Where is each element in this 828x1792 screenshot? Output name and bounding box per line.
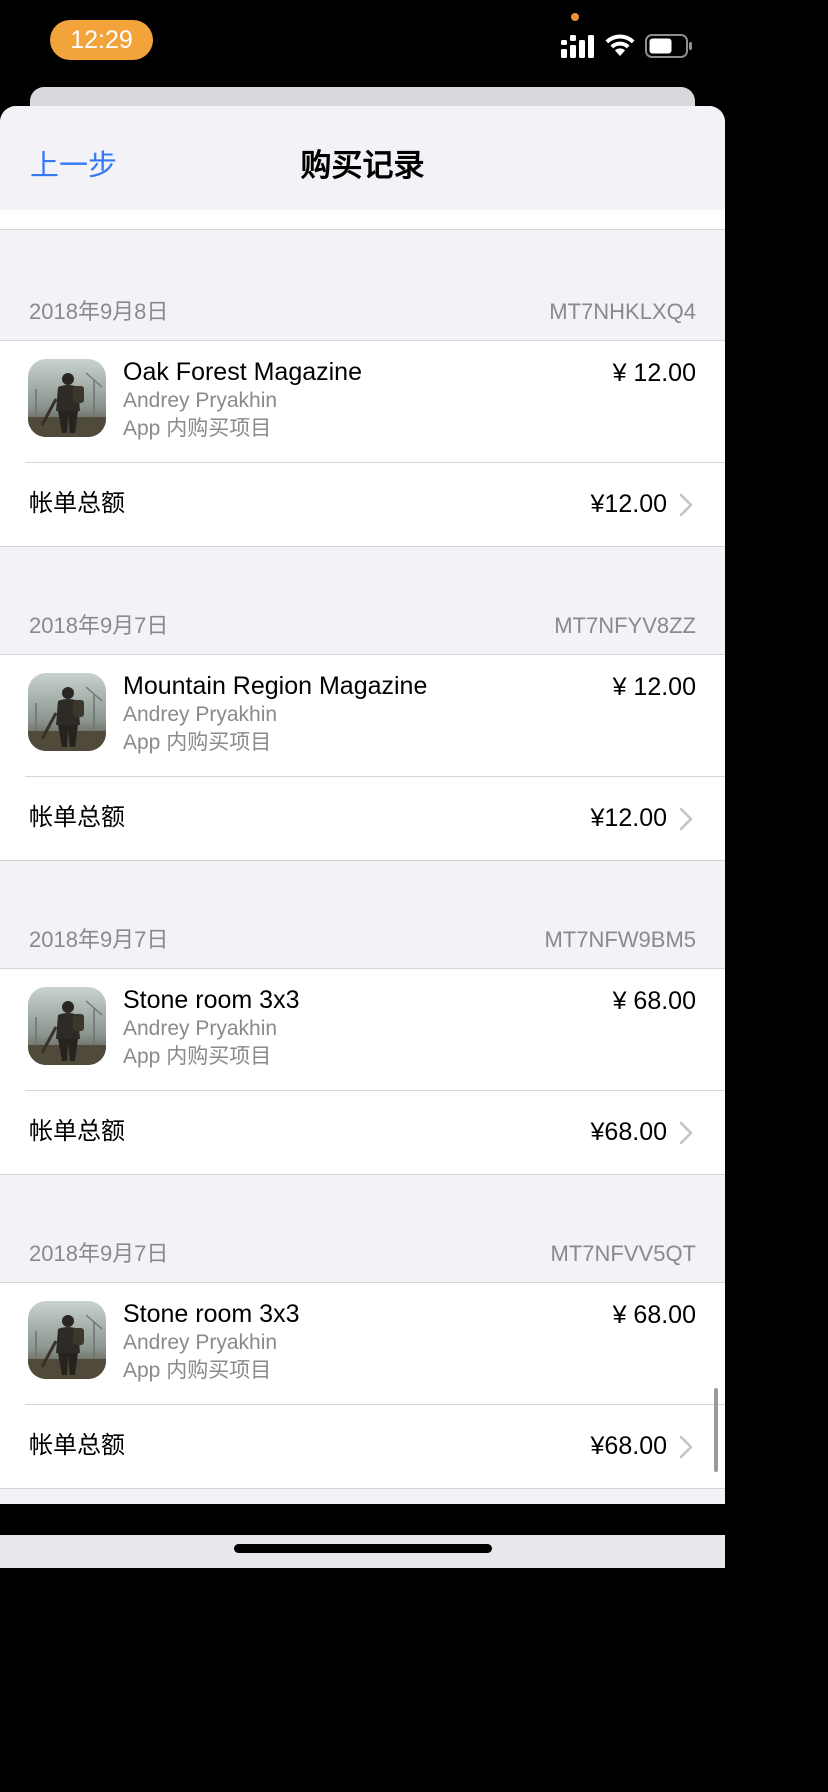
survivor-game-app-icon bbox=[28, 1301, 106, 1379]
bill-total-label: 帐单总额 bbox=[29, 490, 125, 517]
item-name: Stone room 3x3 bbox=[123, 1300, 300, 1328]
survivor-game-app-icon bbox=[28, 987, 106, 1065]
purchase-item-row: Mountain Region Magazine Andrey Pryakhin… bbox=[0, 655, 725, 776]
page-title: 购买记录 bbox=[300, 148, 425, 183]
bill-total-label: 帐单总额 bbox=[29, 804, 125, 831]
bill-total-row[interactable]: 帐单总额 ¥68.00 bbox=[0, 1091, 725, 1174]
navigation-bar: 上一步 购买记录 bbox=[0, 106, 725, 210]
purchase-item-row: Stone room 3x3 Andrey Pryakhin App 内购买项目… bbox=[0, 1283, 725, 1404]
purchase-item-row: Oak Forest Magazine Andrey Pryakhin App … bbox=[0, 341, 725, 462]
chevron-right-icon bbox=[679, 1121, 693, 1145]
item-developer: Andrey Pryakhin bbox=[123, 1017, 278, 1040]
bill-total-value: ¥68.00 bbox=[590, 1432, 667, 1460]
section-header: 2018年9月7日 MT7NFVV5QT bbox=[0, 1240, 725, 1282]
item-type: App 内购买项目 bbox=[123, 1045, 272, 1068]
battery-icon bbox=[645, 34, 692, 58]
order-id: MT7NHKLXQ4 bbox=[549, 299, 696, 324]
privacy-indicator-dot bbox=[571, 13, 579, 21]
purchase-date: 2018年9月7日 bbox=[29, 613, 169, 638]
order-id: MT7NFYV8ZZ bbox=[554, 613, 696, 638]
section-header: 2018年9月8日 MT7NHKLXQ4 bbox=[0, 298, 725, 340]
item-developer: Andrey Pryakhin bbox=[123, 703, 278, 726]
purchase-group: Stone room 3x3 Andrey Pryakhin App 内购买项目… bbox=[0, 968, 725, 1175]
status-time: 12:29 bbox=[50, 20, 153, 60]
item-developer: Andrey Pryakhin bbox=[123, 1331, 278, 1354]
survivor-game-app-icon bbox=[28, 673, 106, 751]
item-type: App 内购买项目 bbox=[123, 1359, 272, 1382]
purchase-section: 2018年9月7日 MT7NFW9BM5 Stone room 3x3 Andr… bbox=[0, 926, 725, 1175]
section-header: 2018年9月7日 MT7NFYV8ZZ bbox=[0, 612, 725, 654]
bill-total-value: ¥12.00 bbox=[590, 804, 667, 832]
purchase-history-sheet: 上一步 购买记录 2018年9月8日 MT7NHKLXQ4 Oak Forest… bbox=[0, 106, 725, 1504]
status-bar: 12:29 bbox=[0, 0, 725, 86]
bill-total-value: ¥68.00 bbox=[590, 1118, 667, 1146]
purchase-item-row: Stone room 3x3 Andrey Pryakhin App 内购买项目… bbox=[0, 969, 725, 1090]
bill-total-label: 帐单总额 bbox=[29, 1432, 125, 1459]
purchase-date: 2018年9月7日 bbox=[29, 927, 169, 952]
purchase-group: Stone room 3x3 Andrey Pryakhin App 内购买项目… bbox=[0, 1282, 725, 1489]
order-id: MT7NFW9BM5 bbox=[544, 927, 696, 952]
home-indicator[interactable] bbox=[234, 1544, 492, 1553]
purchase-section: 2018年9月8日 MT7NHKLXQ4 Oak Forest Magazine… bbox=[0, 298, 725, 547]
item-price: ¥ 12.00 bbox=[612, 359, 696, 387]
section-header: 2018年9月7日 MT7NFW9BM5 bbox=[0, 926, 725, 968]
item-developer: Andrey Pryakhin bbox=[123, 389, 278, 412]
purchase-date: 2018年9月8日 bbox=[29, 299, 169, 324]
bill-total-row[interactable]: 帐单总额 ¥12.00 bbox=[0, 463, 725, 546]
survivor-game-app-icon bbox=[28, 359, 106, 437]
bottom-edge bbox=[0, 1504, 725, 1535]
purchase-group: Mountain Region Magazine Andrey Pryakhin… bbox=[0, 654, 725, 861]
item-price: ¥ 68.00 bbox=[612, 987, 696, 1015]
purchase-group: Oak Forest Magazine Andrey Pryakhin App … bbox=[0, 340, 725, 547]
chevron-right-icon bbox=[679, 493, 693, 517]
chevron-right-icon bbox=[679, 1435, 693, 1459]
previous-group-edge bbox=[0, 210, 725, 230]
item-price: ¥ 68.00 bbox=[612, 1301, 696, 1329]
purchase-date: 2018年9月7日 bbox=[29, 1241, 169, 1266]
item-price: ¥ 12.00 bbox=[612, 673, 696, 701]
purchase-section: 2018年9月7日 MT7NFYV8ZZ Mountain Region Mag… bbox=[0, 612, 725, 861]
order-id: MT7NFVV5QT bbox=[550, 1241, 696, 1266]
bill-total-row[interactable]: 帐单总额 ¥68.00 bbox=[0, 1405, 725, 1488]
item-type: App 内购买项目 bbox=[123, 417, 272, 440]
chevron-right-icon bbox=[679, 807, 693, 831]
item-name: Stone room 3x3 bbox=[123, 986, 300, 1014]
bill-total-label: 帐单总额 bbox=[29, 1118, 125, 1145]
item-type: App 内购买项目 bbox=[123, 731, 272, 754]
cellular-signal-icon bbox=[561, 35, 594, 58]
item-name: Oak Forest Magazine bbox=[123, 358, 362, 386]
scrollbar[interactable] bbox=[714, 1388, 718, 1472]
purchase-section: 2018年9月7日 MT7NFVV5QT Stone room 3x3 Andr… bbox=[0, 1240, 725, 1489]
bill-total-value: ¥12.00 bbox=[590, 490, 667, 518]
item-name: Mountain Region Magazine bbox=[123, 672, 428, 700]
bill-total-row[interactable]: 帐单总额 ¥12.00 bbox=[0, 777, 725, 860]
wifi-icon bbox=[605, 34, 635, 56]
